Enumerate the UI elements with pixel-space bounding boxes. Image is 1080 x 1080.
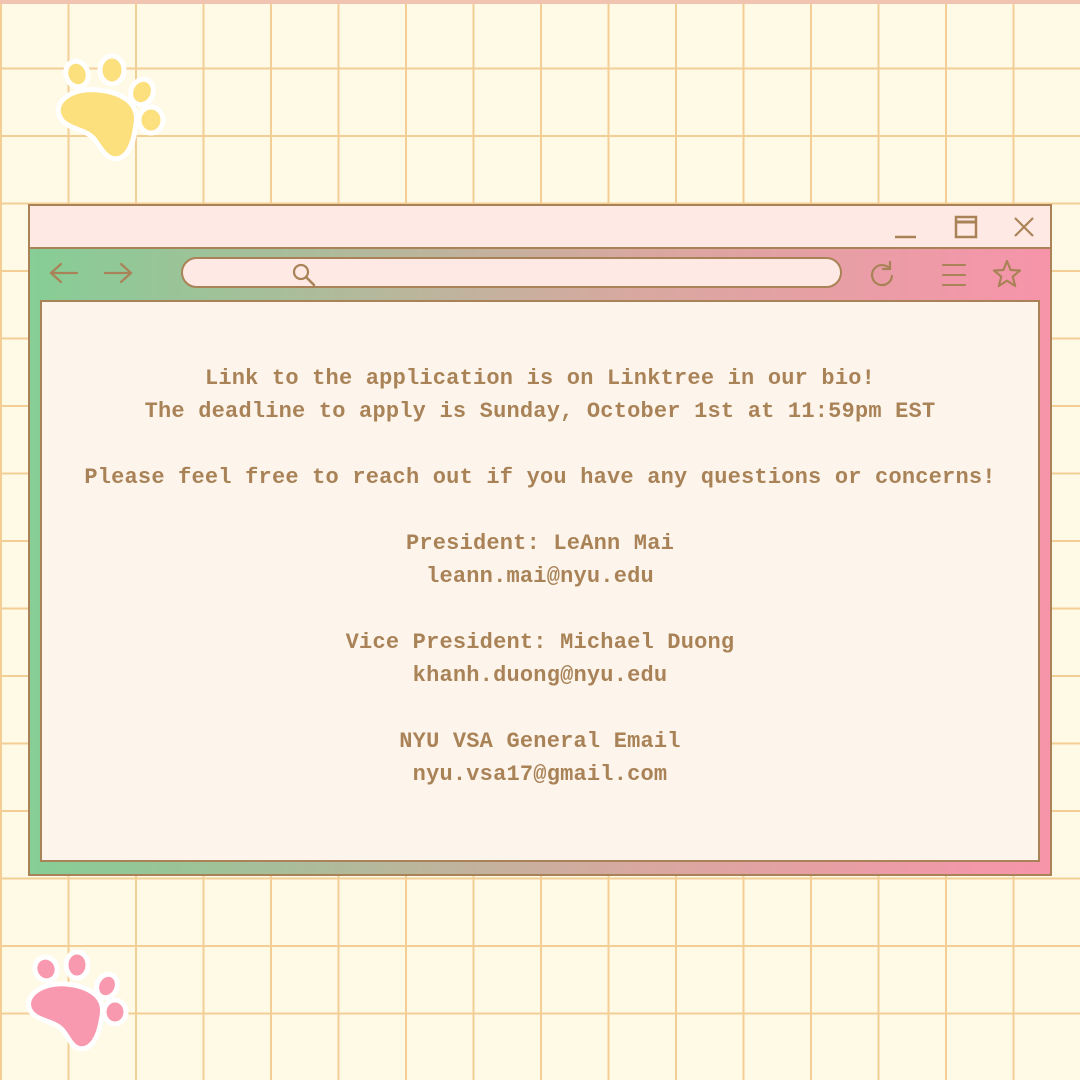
general-email[interactable]: nyu.vsa17@gmail.com bbox=[42, 758, 1038, 791]
vice-president-email[interactable]: khanh.duong@nyu.edu bbox=[42, 659, 1038, 692]
star-icon[interactable] bbox=[992, 259, 1022, 289]
title-bar bbox=[30, 206, 1050, 249]
president-label: President: LeAnn Mai bbox=[405, 531, 675, 556]
browser-window: Link to the application is on Linktree i… bbox=[28, 204, 1052, 876]
president-email[interactable]: leann.mai@nyu.edu bbox=[42, 560, 1038, 593]
maximize-icon[interactable] bbox=[952, 214, 980, 242]
page-content: Link to the application is on Linktree i… bbox=[40, 300, 1040, 862]
contact-invite-text: Please feel free to reach out if you hav… bbox=[84, 465, 996, 490]
message-text: Link to the application is on Linktree i… bbox=[42, 362, 1038, 791]
refresh-icon[interactable] bbox=[868, 260, 896, 288]
search-icon[interactable] bbox=[291, 262, 317, 288]
vice-president-label: Vice President: Michael Duong bbox=[345, 630, 735, 655]
close-icon[interactable] bbox=[1010, 214, 1038, 242]
back-arrow-icon[interactable] bbox=[48, 262, 80, 284]
menu-icon[interactable] bbox=[940, 261, 968, 289]
paw-print-icon bbox=[55, 53, 166, 162]
application-link-text: Link to the application is on Linktree i… bbox=[204, 366, 876, 391]
general-email-label: NYU VSA General Email bbox=[399, 729, 681, 754]
deadline-text: The deadline to apply is Sunday, October… bbox=[144, 399, 936, 424]
address-bar[interactable] bbox=[181, 257, 842, 288]
paw-print-icon bbox=[26, 949, 129, 1052]
top-edge-strip bbox=[0, 0, 1080, 4]
minimize-icon[interactable] bbox=[892, 214, 920, 242]
forward-arrow-icon[interactable] bbox=[102, 262, 134, 284]
